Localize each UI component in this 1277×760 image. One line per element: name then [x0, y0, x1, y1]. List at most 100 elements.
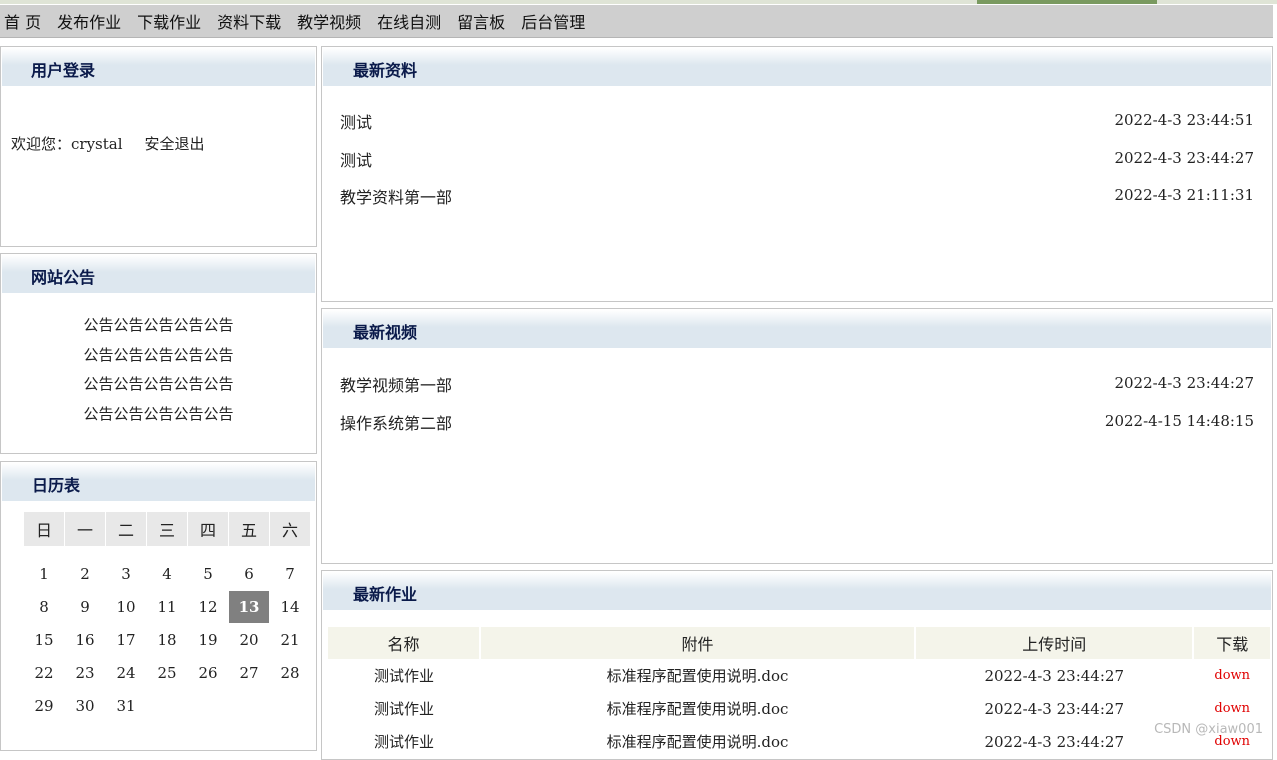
download-link[interactable]: down [1214, 668, 1250, 683]
calendar-day[interactable]: 22 [24, 657, 64, 689]
weekday-thu: 四 [188, 512, 228, 546]
video-list: 教学视频第一部 2022-4-3 23:44:27 操作系统第二部 2022-4… [340, 372, 1254, 447]
nav-online-test[interactable]: 在线自测 [377, 9, 441, 33]
homework-download-cell: down [1193, 692, 1271, 725]
notice-panel: 网站公告 公告公告公告公告公告 公告公告公告公告公告 公告公告公告公告公告 公告… [0, 253, 317, 454]
nav-admin[interactable]: 后台管理 [521, 9, 585, 33]
weekday-tue: 二 [106, 512, 146, 546]
login-panel: 用户登录 欢迎您：crystal 安全退出 [0, 46, 317, 247]
latest-videos-panel: 最新视频 教学视频第一部 2022-4-3 23:44:27 操作系统第二部 2… [321, 308, 1273, 564]
resource-name-link[interactable]: 教学资料第一部 [340, 184, 452, 208]
homework-attachment: 标准程序配置使用说明.doc [606, 733, 789, 751]
homework-row: 测试作业 标准程序配置使用说明.doc 2022-4-3 23:44:27 do… [328, 692, 1271, 725]
calendar-day[interactable]: 2 [65, 558, 105, 590]
video-name-link[interactable]: 操作系统第二部 [340, 410, 452, 434]
calendar-day[interactable]: 14 [270, 591, 310, 623]
resource-row: 测试 2022-4-3 23:44:27 [340, 147, 1254, 185]
latest-resources-title: 最新资料 [353, 61, 418, 80]
calendar-day[interactable]: 11 [147, 591, 187, 623]
calendar-day[interactable]: 27 [229, 657, 269, 689]
homework-name: 测试作业 [373, 733, 434, 751]
notice-line: 公告公告公告公告公告 [83, 375, 234, 393]
calendar-day-empty [188, 690, 228, 722]
homework-time: 2022-4-3 23:44:27 [984, 699, 1124, 718]
welcome-line: 欢迎您：crystal 安全退出 [11, 133, 205, 154]
homework-attachment: 标准程序配置使用说明.doc [606, 700, 789, 718]
homework-time: 2022-4-3 23:44:27 [984, 732, 1124, 751]
weekday-wed: 三 [147, 512, 187, 546]
main-nav: 首 页 发布作业 下载作业 资料下载 教学视频 在线自测 留言板 后台管理 [0, 5, 1273, 38]
calendar-day[interactable]: 31 [106, 690, 146, 722]
calendar-day[interactable]: 28 [270, 657, 310, 689]
homework-name: 测试作业 [373, 667, 434, 685]
video-row: 操作系统第二部 2022-4-15 14:48:15 [340, 410, 1254, 448]
calendar-day[interactable]: 4 [147, 558, 187, 590]
calendar-day[interactable]: 5 [188, 558, 228, 590]
weekday-sun: 日 [24, 512, 64, 546]
calendar-day[interactable]: 7 [270, 558, 310, 590]
calendar-day-today[interactable]: 13 [229, 591, 269, 623]
username: crystal [71, 135, 123, 153]
notice-panel-title: 网站公告 [31, 268, 96, 287]
calendar-day[interactable]: 24 [106, 657, 146, 689]
nav-home[interactable]: 首 页 [4, 9, 41, 33]
calendar-day[interactable]: 19 [188, 624, 228, 656]
calendar-panel: 日历表 日 一 二 三 四 五 六 1 2 3 4 5 6 7 8 9 10 1… [0, 461, 317, 751]
calendar-day[interactable]: 10 [106, 591, 146, 623]
calendar-day[interactable]: 12 [188, 591, 228, 623]
calendar-day[interactable]: 3 [106, 558, 146, 590]
latest-videos-header: 最新视频 [323, 310, 1271, 348]
calendar-day[interactable]: 18 [147, 624, 187, 656]
nav-message-board[interactable]: 留言板 [457, 9, 505, 33]
notice-line: 公告公告公告公告公告 [83, 345, 234, 364]
calendar-day-empty [270, 690, 310, 722]
calendar-day[interactable]: 9 [65, 591, 105, 623]
homework-name: 测试作业 [373, 700, 434, 718]
login-panel-title: 用户登录 [31, 61, 96, 80]
calendar-day[interactable]: 20 [229, 624, 269, 656]
calendar-day[interactable]: 8 [24, 591, 64, 623]
col-header-attachment: 附件 [479, 627, 917, 659]
video-row: 教学视频第一部 2022-4-3 23:44:27 [340, 372, 1254, 410]
calendar-day[interactable]: 1 [24, 558, 64, 590]
resource-name-link[interactable]: 测试 [340, 109, 372, 133]
calendar-week: 1 2 3 4 5 6 7 [24, 558, 310, 590]
calendar-day[interactable]: 21 [270, 624, 310, 656]
weekday-fri: 五 [229, 512, 269, 546]
welcome-label: 欢迎您： [11, 135, 72, 153]
resource-name-link[interactable]: 测试 [340, 147, 372, 171]
calendar-panel-title: 日历表 [32, 476, 81, 495]
resource-time: 2022-4-3 23:44:51 [1114, 111, 1254, 129]
calendar-day[interactable]: 26 [188, 657, 228, 689]
col-header-download: 下载 [1193, 627, 1272, 659]
video-name-link[interactable]: 教学视频第一部 [340, 372, 452, 396]
nav-resource-download[interactable]: 资料下载 [217, 9, 281, 33]
calendar-weekday-row: 日 一 二 三 四 五 六 [24, 512, 310, 546]
nav-teaching-videos[interactable]: 教学视频 [297, 9, 361, 33]
calendar-day[interactable]: 25 [147, 657, 187, 689]
calendar-table: 日 一 二 三 四 五 六 1 2 3 4 5 6 7 8 9 10 11 12… [23, 511, 311, 723]
latest-homework-title: 最新作业 [353, 585, 418, 604]
notice-list: 公告公告公告公告公告 公告公告公告公告公告 公告公告公告公告公告 公告公告公告公… [1, 311, 316, 429]
homework-download-cell: down [1193, 659, 1271, 692]
col-header-upload-time: 上传时间 [915, 627, 1195, 659]
homework-row: 测试作业 标准程序配置使用说明.doc 2022-4-3 23:44:27 do… [328, 725, 1271, 758]
calendar-day[interactable]: 23 [65, 657, 105, 689]
homework-table: 名称 附件 上传时间 下载 测试作业 标准程序配置使用说明.doc 2022-4… [328, 627, 1272, 758]
latest-resources-panel: 最新资料 测试 2022-4-3 23:44:51 测试 2022-4-3 23… [321, 46, 1273, 302]
calendar-day[interactable]: 30 [65, 690, 105, 722]
calendar-day[interactable]: 16 [65, 624, 105, 656]
resource-row: 教学资料第一部 2022-4-3 21:11:31 [340, 184, 1254, 222]
download-link[interactable]: down [1214, 701, 1250, 716]
calendar-day[interactable]: 17 [106, 624, 146, 656]
nav-publish-homework[interactable]: 发布作业 [57, 9, 121, 33]
calendar-week: 22 23 24 25 26 27 28 [24, 657, 310, 689]
calendar-day[interactable]: 15 [24, 624, 64, 656]
nav-download-homework[interactable]: 下载作业 [137, 9, 201, 33]
resource-list: 测试 2022-4-3 23:44:51 测试 2022-4-3 23:44:2… [340, 109, 1254, 222]
logout-link[interactable]: 安全退出 [145, 135, 205, 153]
calendar-week: 29 30 31 [24, 690, 310, 722]
calendar-day[interactable]: 6 [229, 558, 269, 590]
calendar-day[interactable]: 29 [24, 690, 64, 722]
calendar-spacer [24, 547, 310, 557]
